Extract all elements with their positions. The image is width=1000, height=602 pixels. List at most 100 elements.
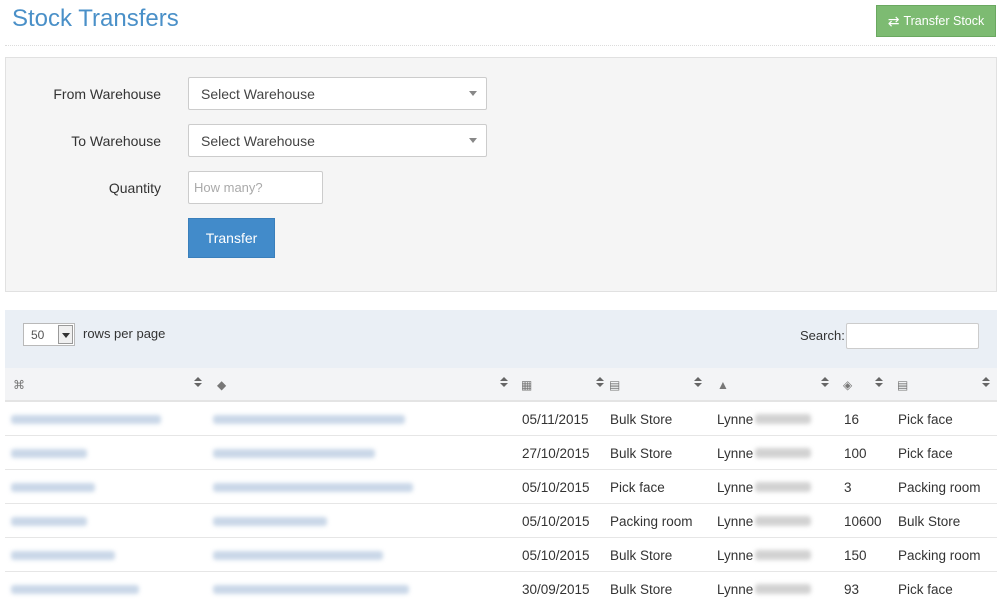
- transfer-button[interactable]: Transfer: [188, 218, 275, 258]
- label-icon: ◆: [217, 378, 227, 392]
- table-row[interactable]: 05/11/2015 Bulk Store Lynne 16 Pick face: [5, 402, 997, 436]
- chevron-down-icon: [58, 325, 73, 344]
- from-cell: Packing room: [610, 514, 693, 529]
- to-warehouse-select[interactable]: Select Warehouse: [188, 124, 487, 157]
- sort-icon: [194, 375, 202, 389]
- search-input[interactable]: [846, 323, 979, 349]
- redacted-user-surname: [755, 516, 811, 526]
- table-controls: 50 rows per page Search:: [5, 310, 997, 368]
- quantity-label: Quantity: [108, 180, 161, 196]
- calendar-icon: ▦: [521, 378, 533, 392]
- rows-per-page-value: 50: [31, 328, 45, 342]
- date-cell: 30/09/2015: [522, 582, 590, 597]
- column-header-date[interactable]: ▦: [515, 368, 610, 402]
- date-cell: 27/10/2015: [522, 446, 590, 461]
- column-header-reference[interactable]: ⌘: [5, 368, 207, 402]
- tag-icon: ⌘: [13, 378, 25, 392]
- to-cell: Pick face: [898, 412, 953, 427]
- from-warehouse-value: Select Warehouse: [201, 86, 315, 102]
- page-title: Stock Transfers: [12, 5, 179, 32]
- to-cell: Bulk Store: [898, 514, 961, 529]
- transfer-stock-label: Transfer Stock: [903, 14, 985, 28]
- sort-icon: [500, 375, 508, 389]
- search-label: Search:: [800, 328, 845, 343]
- table-row[interactable]: 05/10/2015 Packing room Lynne 10600 Bulk…: [5, 504, 997, 538]
- exchange-arrows-icon: ⇄: [887, 12, 900, 29]
- date-cell: 05/10/2015: [522, 480, 590, 495]
- sort-icon: [982, 375, 990, 389]
- redacted-reference[interactable]: [11, 449, 87, 458]
- redacted-product[interactable]: [213, 415, 405, 424]
- chevron-down-icon: [469, 91, 477, 96]
- quantity-cell: 10600: [844, 514, 882, 529]
- user-cell: Lynne: [717, 548, 754, 563]
- from-cell: Bulk Store: [610, 446, 673, 461]
- building-icon: ▤: [609, 378, 621, 392]
- from-cell: Bulk Store: [610, 582, 673, 597]
- user-cell: Lynne: [717, 582, 754, 597]
- column-header-from[interactable]: ▤: [603, 368, 710, 402]
- to-cell: Pick face: [898, 582, 953, 597]
- redacted-reference[interactable]: [11, 585, 139, 594]
- column-header-product[interactable]: ◆: [207, 368, 515, 402]
- redacted-reference[interactable]: [11, 551, 115, 560]
- to-warehouse-label: To Warehouse: [71, 133, 161, 149]
- table-row[interactable]: 27/10/2015 Bulk Store Lynne 100 Pick fac…: [5, 436, 997, 470]
- redacted-reference[interactable]: [11, 415, 161, 424]
- table-row[interactable]: 05/10/2015 Pick face Lynne 3 Packing roo…: [5, 470, 997, 504]
- user-cell: Lynne: [717, 514, 754, 529]
- table-header: ⌘ ◆ ▦ ▤ ▲ ◈ ▤: [5, 368, 997, 402]
- redacted-reference[interactable]: [11, 483, 95, 492]
- redacted-product[interactable]: [213, 517, 327, 526]
- redacted-user-surname: [755, 584, 811, 594]
- user-cell: Lynne: [717, 412, 754, 427]
- rows-per-page-select[interactable]: 50: [23, 323, 75, 346]
- redacted-product[interactable]: [213, 585, 409, 594]
- user-cell: Lynne: [717, 480, 754, 495]
- table-row[interactable]: 05/10/2015 Bulk Store Lynne 150 Packing …: [5, 538, 997, 572]
- table-row[interactable]: 30/09/2015 Bulk Store Lynne 93 Pick face: [5, 572, 997, 602]
- column-header-user[interactable]: ▲: [710, 368, 835, 402]
- quantity-input[interactable]: [188, 171, 323, 204]
- redacted-product[interactable]: [213, 483, 413, 492]
- redacted-reference[interactable]: [11, 517, 87, 526]
- quantity-cell: 16: [844, 412, 860, 427]
- quantity-cell: 93: [844, 582, 860, 597]
- title-divider: [5, 45, 995, 46]
- user-cell: Lynne: [717, 446, 754, 461]
- redacted-user-surname: [755, 482, 811, 492]
- to-cell: Pick face: [898, 446, 953, 461]
- column-header-quantity[interactable]: ◈: [835, 368, 887, 402]
- redacted-user-surname: [755, 414, 811, 424]
- to-cell: Packing room: [898, 480, 981, 495]
- quantity-cell: 3: [844, 480, 852, 495]
- tags-icon: ◈: [843, 378, 853, 392]
- quantity-cell: 100: [844, 446, 867, 461]
- user-icon: ▲: [717, 378, 729, 392]
- column-header-to[interactable]: ▤: [887, 368, 997, 402]
- to-cell: Packing room: [898, 548, 981, 563]
- sort-icon: [694, 375, 702, 389]
- to-warehouse-value: Select Warehouse: [201, 133, 315, 149]
- from-cell: Pick face: [610, 480, 665, 495]
- sort-icon: [821, 375, 829, 389]
- redacted-product[interactable]: [213, 449, 375, 458]
- from-cell: Bulk Store: [610, 412, 673, 427]
- building-icon: ▤: [897, 378, 909, 392]
- date-cell: 05/10/2015: [522, 514, 590, 529]
- date-cell: 05/11/2015: [522, 412, 589, 427]
- chevron-down-icon: [469, 138, 477, 143]
- rows-per-page-label: rows per page: [83, 326, 166, 341]
- redacted-user-surname: [755, 550, 811, 560]
- transfers-table-panel: 50 rows per page Search: ⌘ ◆ ▦ ▤ ▲ ◈ ▤ 0…: [5, 310, 997, 602]
- date-cell: 05/10/2015: [522, 548, 590, 563]
- from-warehouse-label: From Warehouse: [53, 86, 161, 102]
- redacted-product[interactable]: [213, 551, 383, 560]
- transfer-stock-button[interactable]: ⇄ Transfer Stock: [876, 5, 996, 37]
- from-warehouse-select[interactable]: Select Warehouse: [188, 77, 487, 110]
- from-cell: Bulk Store: [610, 548, 673, 563]
- sort-icon: [875, 375, 883, 389]
- quantity-cell: 150: [844, 548, 867, 563]
- transfer-form-panel: From Warehouse Select Warehouse To Wareh…: [5, 57, 997, 292]
- redacted-user-surname: [755, 448, 811, 458]
